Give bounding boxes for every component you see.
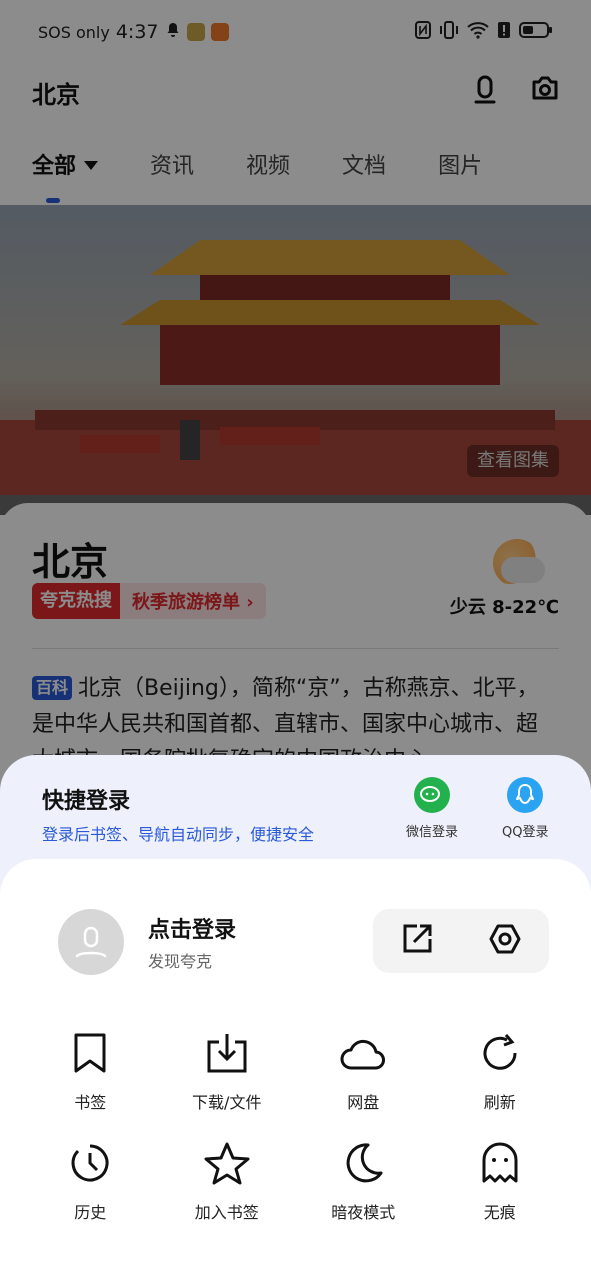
avatar xyxy=(58,909,124,975)
qq-login-button[interactable]: QQ登录 xyxy=(502,777,548,840)
wechat-login-button[interactable]: 微信登录 xyxy=(406,777,458,840)
qq-icon xyxy=(507,777,544,813)
qq-login-label: QQ登录 xyxy=(502,825,549,840)
grid-label: 书签 xyxy=(74,1093,107,1112)
wechat-icon xyxy=(414,777,450,813)
grid-label: 历史 xyxy=(74,1203,107,1222)
refresh-button[interactable]: 刷新 xyxy=(432,1029,569,1113)
menu-bottom-sheet: 快捷登录 登录后书签、导航自动同步，便捷安全 微信登录 QQ登录 点击登录 发现… xyxy=(0,755,591,1280)
bookmark-icon xyxy=(66,1029,114,1077)
moon-icon xyxy=(339,1139,387,1187)
wechat-login-label: 微信登录 xyxy=(406,825,459,840)
grid-label: 网盘 xyxy=(347,1093,380,1112)
cloud-drive-button[interactable]: 网盘 xyxy=(295,1029,432,1113)
incognito-button[interactable]: 无痕 xyxy=(432,1139,569,1223)
user-text: 点击登录 发现夸克 xyxy=(148,912,236,972)
star-icon xyxy=(203,1139,251,1187)
bookmarks-button[interactable]: 书签 xyxy=(22,1029,159,1113)
login-subtitle: 发现夸克 xyxy=(148,952,213,971)
share-icon[interactable] xyxy=(400,922,434,960)
quick-login-title: 快捷登录 xyxy=(42,789,131,814)
menu-grid: 书签 下载/文件 网盘 刷新 历史 加入书签 暗夜模式 无痕 xyxy=(22,1029,568,1223)
night-mode-button[interactable]: 暗夜模式 xyxy=(295,1139,432,1223)
ghost-icon xyxy=(476,1139,524,1187)
user-actions xyxy=(373,909,549,973)
grid-label: 暗夜模式 xyxy=(331,1203,396,1222)
history-icon xyxy=(66,1139,114,1187)
grid-label: 刷新 xyxy=(483,1093,516,1112)
history-button[interactable]: 历史 xyxy=(22,1139,159,1223)
downloads-button[interactable]: 下载/文件 xyxy=(159,1029,296,1113)
login-prompt: 点击登录 xyxy=(148,918,237,943)
add-bookmark-button[interactable]: 加入书签 xyxy=(159,1139,296,1223)
grid-label: 加入书签 xyxy=(194,1203,259,1222)
menu-panel: 点击登录 发现夸克 书签 下载/文件 网盘 刷新 历史 加入书签 暗夜模式 无痕 xyxy=(0,859,591,1280)
grid-label: 无痕 xyxy=(483,1203,516,1222)
cloud-icon xyxy=(339,1029,387,1077)
download-icon xyxy=(203,1029,251,1077)
refresh-icon xyxy=(476,1029,524,1077)
quick-login-subtitle: 登录后书签、导航自动同步，便捷安全 xyxy=(42,825,315,844)
quick-login: 快捷登录 登录后书签、导航自动同步，便捷安全 xyxy=(42,783,314,845)
grid-label: 下载/文件 xyxy=(192,1093,262,1112)
user-login-row[interactable]: 点击登录 发现夸克 xyxy=(58,909,236,975)
settings-icon[interactable] xyxy=(488,922,522,960)
